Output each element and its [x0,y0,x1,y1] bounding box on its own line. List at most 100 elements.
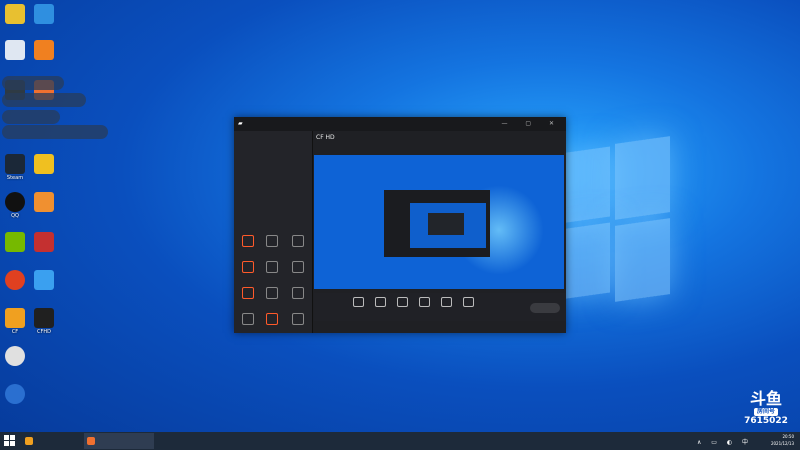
tool-icon [266,261,278,273]
tool-icon [266,313,278,325]
desktop-icon[interactable] [1,4,29,25]
start-stream-button[interactable] [530,303,560,313]
clock-date: 2021/12/13 [770,441,794,446]
stream-preview[interactable] [314,155,564,289]
notification-toast[interactable] [2,93,86,107]
tool-button[interactable] [236,235,260,248]
streaming-app-window: ▰ — ▢ ✕ CF HD [234,117,566,333]
nvidia-icon [5,232,25,252]
nested-app-preview [384,190,490,257]
windows-icon [4,435,9,440]
clock-time: 20:50 [782,434,794,439]
tool-icon [374,297,386,307]
desktop-icon[interactable] [1,270,29,291]
nested-preview-screen [410,203,486,248]
desktop-icon[interactable] [30,232,58,253]
tool-icon [292,287,304,299]
tool-icon [418,297,430,307]
desktop-icon-cfhd[interactable]: CFHD [30,308,58,335]
tool-icon [266,287,278,299]
bottom-tool[interactable] [392,297,412,309]
bottom-tool[interactable] [414,297,434,309]
taskbar: ∧ ▭ ◐ 中 20:50 2021/12/13 [0,432,800,450]
desktop-icon-steam[interactable]: Steam [1,154,29,181]
desktop-icon[interactable] [30,154,58,175]
douyu-watermark: 斗鱼 房间号 7615022 [741,390,791,427]
notification-toast[interactable] [2,125,108,139]
app-icon [5,384,25,404]
qq-icon [5,192,25,212]
notification-toast[interactable] [2,110,60,124]
tool-button[interactable] [260,235,284,248]
system-tray-icons[interactable]: ∧ ▭ ◐ 中 [697,437,752,446]
desktop-icon-qq[interactable]: QQ [1,192,29,219]
tool-button[interactable] [286,287,310,300]
cfhd-icon [34,308,54,328]
app-icon [34,270,54,290]
app-icon [34,154,54,174]
app-logo: ▰ [238,120,243,127]
bottom-tool[interactable] [370,297,390,309]
desktop-icon-cf[interactable]: CF [1,308,29,335]
tool-icon [242,261,254,273]
desktop-icon[interactable] [1,40,29,61]
bottom-tool[interactable] [436,297,456,309]
tool-button[interactable] [236,287,260,300]
desktop-icon-area: Steam QQ CF CFHD [0,0,60,430]
tool-button[interactable] [236,261,260,274]
room-tag: 房间号 [753,408,778,416]
window-controls[interactable]: — ▢ ✕ [501,120,562,127]
tool-icon [242,235,254,247]
wallpaper-windows-logo [560,136,670,310]
left-panel [234,131,313,333]
left-tabs [238,135,256,141]
room-number: 7615022 [744,416,788,426]
douyu-logo: 斗鱼 [749,389,782,408]
desktop-icon[interactable] [30,40,58,61]
app-icon [34,40,54,60]
app-icon [5,270,25,290]
tool-icon [352,297,364,307]
desktop-icon[interactable] [1,232,29,253]
desktop-icon[interactable] [1,384,29,405]
scene-title: CF HD [316,134,335,141]
tool-button[interactable] [260,313,284,326]
tool-icon [242,287,254,299]
cf-icon [5,308,25,328]
tool-icon [266,235,278,247]
app-icon [5,4,25,24]
app-titlebar[interactable]: ▰ — ▢ ✕ [234,117,566,131]
clock[interactable]: 20:50 2021/12/13 [771,433,794,447]
desktop-icon[interactable] [30,4,58,25]
bottom-tool[interactable] [348,297,368,309]
tool-icon [440,297,452,307]
start-button[interactable] [4,435,16,447]
tool-button[interactable] [286,261,310,274]
tool-button[interactable] [236,313,260,326]
desktop-icon[interactable] [30,192,58,213]
tool-icon [292,313,304,325]
app-icon [25,437,33,445]
taskbar-app-active[interactable] [84,433,154,449]
tool-icon [242,313,254,325]
tool-button[interactable] [286,313,310,326]
app-icon [87,437,95,445]
app-icon [5,346,25,366]
tool-icon [292,235,304,247]
desktop-icon[interactable] [1,346,29,367]
app-icon [34,4,54,24]
app-icon [5,40,25,60]
tool-button[interactable] [260,261,284,274]
tool-icon [396,297,408,307]
bottom-tool[interactable] [458,297,478,309]
tool-button[interactable] [286,235,310,248]
steam-icon [5,154,25,174]
desktop-icon[interactable] [30,270,58,291]
tool-button[interactable] [260,287,284,300]
tool-icon [462,297,474,307]
app-icon [34,232,54,252]
bottom-toolbar [314,293,566,321]
nested-preview-window [428,213,464,235]
tool-icon [292,261,304,273]
notification-toast[interactable] [2,76,64,90]
